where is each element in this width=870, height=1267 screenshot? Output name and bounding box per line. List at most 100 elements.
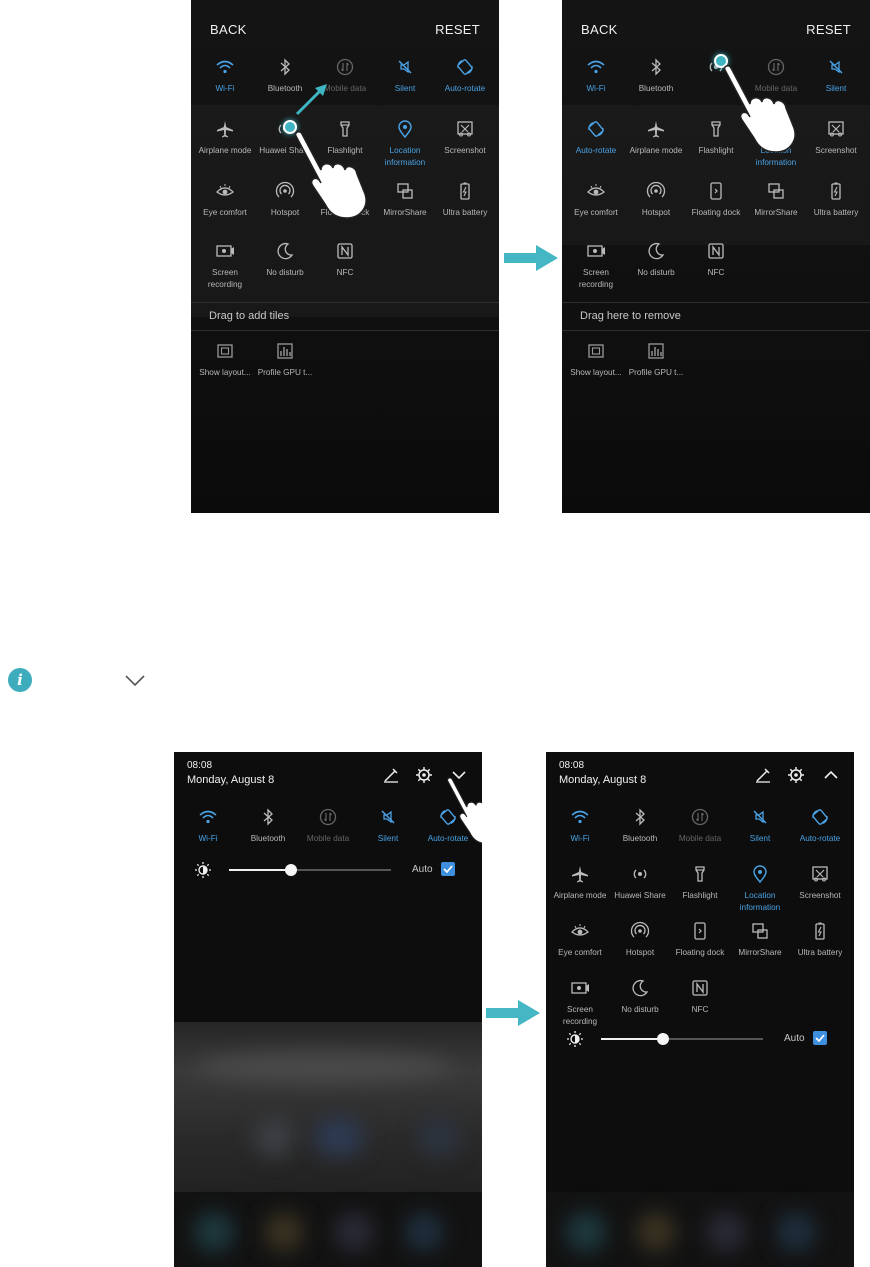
tile-hotspot[interactable]: Hotspot [609,921,671,959]
screen-recording-icon [565,241,627,263]
wifi-icon [194,57,256,79]
tile-mirrorshare[interactable]: MirrorShare [729,921,791,959]
auto-rotate-icon [434,57,496,79]
tile-show-layout[interactable]: Show layout... [565,341,627,379]
edit-pencil-icon[interactable] [754,766,772,784]
tile-airplane-mode[interactable]: Airplane mode [549,864,611,902]
back-button[interactable]: BACK [210,22,247,37]
tile-label: NFC [336,268,354,277]
tile-profile-gpu[interactable]: Profile GPU t... [254,341,316,379]
tile-screenshot[interactable]: Screenshot [789,864,851,902]
moon-icon [625,241,687,263]
tile-screen-recording[interactable]: Screen recording [565,241,627,291]
wifi-icon [549,807,611,829]
auto-brightness-label: Auto [412,864,433,875]
tile-nfc[interactable]: NFC [685,241,747,279]
brightness-icon [566,1030,584,1048]
tile-screenshot[interactable]: Screenshot [805,119,867,157]
tile-mirrorshare[interactable]: MirrorShare [374,181,436,219]
mobile-data-icon [669,807,731,829]
tile-silent[interactable]: Silent [357,807,419,845]
tile-label: MirrorShare [383,208,427,217]
tile-eye-comfort[interactable]: Eye comfort [549,921,611,959]
back-button[interactable]: BACK [581,22,618,37]
auto-brightness-checkbox[interactable] [813,1031,827,1045]
floating-dock-icon [669,921,731,943]
tile-nfc[interactable]: NFC [314,241,376,279]
tile-bluetooth[interactable]: Bluetooth [609,807,671,845]
tile-mobile-data[interactable]: Mobile data [297,807,359,845]
reset-button[interactable]: RESET [806,22,851,37]
wifi-icon [177,807,239,829]
tile-bluetooth[interactable]: Bluetooth [625,57,687,95]
tile-no-disturb[interactable]: No disturb [254,241,316,279]
settings-gear-icon[interactable] [787,766,805,784]
brightness-fill [229,869,291,871]
edit-screen-after: BACK RESET Wi-Fi Bluetooth Mobile data S… [562,0,870,513]
tile-mirrorshare[interactable]: MirrorShare [745,181,807,219]
brightness-thumb[interactable] [656,1033,669,1045]
tile-profile-gpu[interactable]: Profile GPU t... [625,341,687,379]
edit-header: BACK RESET [191,22,499,42]
step-arrow-icon [504,245,558,271]
screenshot-icon [434,119,496,141]
auto-brightness-checkbox[interactable] [441,862,455,876]
tile-ultra-battery[interactable]: Ultra battery [434,181,496,219]
tile-floating-dock[interactable]: Floating dock [685,181,747,219]
tile-nfc[interactable]: NFC [669,978,731,1016]
eye-comfort-icon [565,181,627,203]
tile-wifi[interactable]: Wi-Fi [565,57,627,95]
tile-location[interactable]: Location information [729,864,791,914]
tile-screen-recording[interactable]: Screen recording [194,241,256,291]
tile-no-disturb[interactable]: No disturb [609,978,671,1016]
tile-mobile-data[interactable]: Mobile data [669,807,731,845]
settings-gear-icon[interactable] [415,766,433,784]
tile-show-layout[interactable]: Show layout... [194,341,256,379]
reset-button[interactable]: RESET [435,22,480,37]
chevron-up-icon[interactable] [822,766,840,784]
tile-auto-rotate[interactable]: Auto-rotate [789,807,851,845]
divider [191,330,499,331]
tile-location[interactable]: Location information [374,119,436,169]
nfc-icon [669,978,731,1000]
hotspot-icon [609,921,671,943]
tile-huawei-share[interactable]: Huawei Share [609,864,671,902]
tile-label: Mobile data [306,834,350,843]
tile-label: Screenshot [444,146,486,155]
tile-screenshot[interactable]: Screenshot [434,119,496,157]
tile-no-disturb[interactable]: No disturb [625,241,687,279]
tile-wifi[interactable]: Wi-Fi [177,807,239,845]
tile-label: Silent [394,84,416,93]
tile-eye-comfort[interactable]: Eye comfort [194,181,256,219]
tile-wifi[interactable]: Wi-Fi [549,807,611,845]
tile-ultra-battery[interactable]: Ultra battery [805,181,867,219]
tile-auto-rotate[interactable]: Auto-rotate [434,57,496,95]
tile-hotspot[interactable]: Hotspot [625,181,687,219]
tile-flashlight[interactable]: Flashlight [669,864,731,902]
tile-airplane-mode[interactable]: Airplane mode [194,119,256,157]
brightness-thumb[interactable] [284,864,297,876]
tile-label: Airplane mode [198,146,252,155]
show-layout-icon [194,341,256,363]
tile-label: Airplane mode [629,146,683,155]
tile-auto-rotate[interactable]: Auto-rotate [565,119,627,157]
airplane-icon [625,119,687,141]
tile-airplane-mode[interactable]: Airplane mode [625,119,687,157]
edit-pencil-icon[interactable] [382,766,400,784]
tile-silent[interactable]: Silent [805,57,867,95]
tile-silent[interactable]: Silent [374,57,436,95]
tile-eye-comfort[interactable]: Eye comfort [565,181,627,219]
tile-wifi[interactable]: Wi-Fi [194,57,256,95]
brightness-slider[interactable] [601,1033,763,1045]
location-pin-icon [374,119,436,141]
brightness-slider[interactable] [229,864,391,876]
divider [191,302,499,303]
edit-header: BACK RESET [562,22,870,42]
tile-screen-recording[interactable]: Screen recording [549,978,611,1028]
tile-floating-dock[interactable]: Floating dock [669,921,731,959]
tile-bluetooth[interactable]: Bluetooth [237,807,299,845]
hotspot-icon [625,181,687,203]
tile-ultra-battery[interactable]: Ultra battery [789,921,851,959]
bluetooth-icon [254,57,316,79]
tile-silent[interactable]: Silent [729,807,791,845]
